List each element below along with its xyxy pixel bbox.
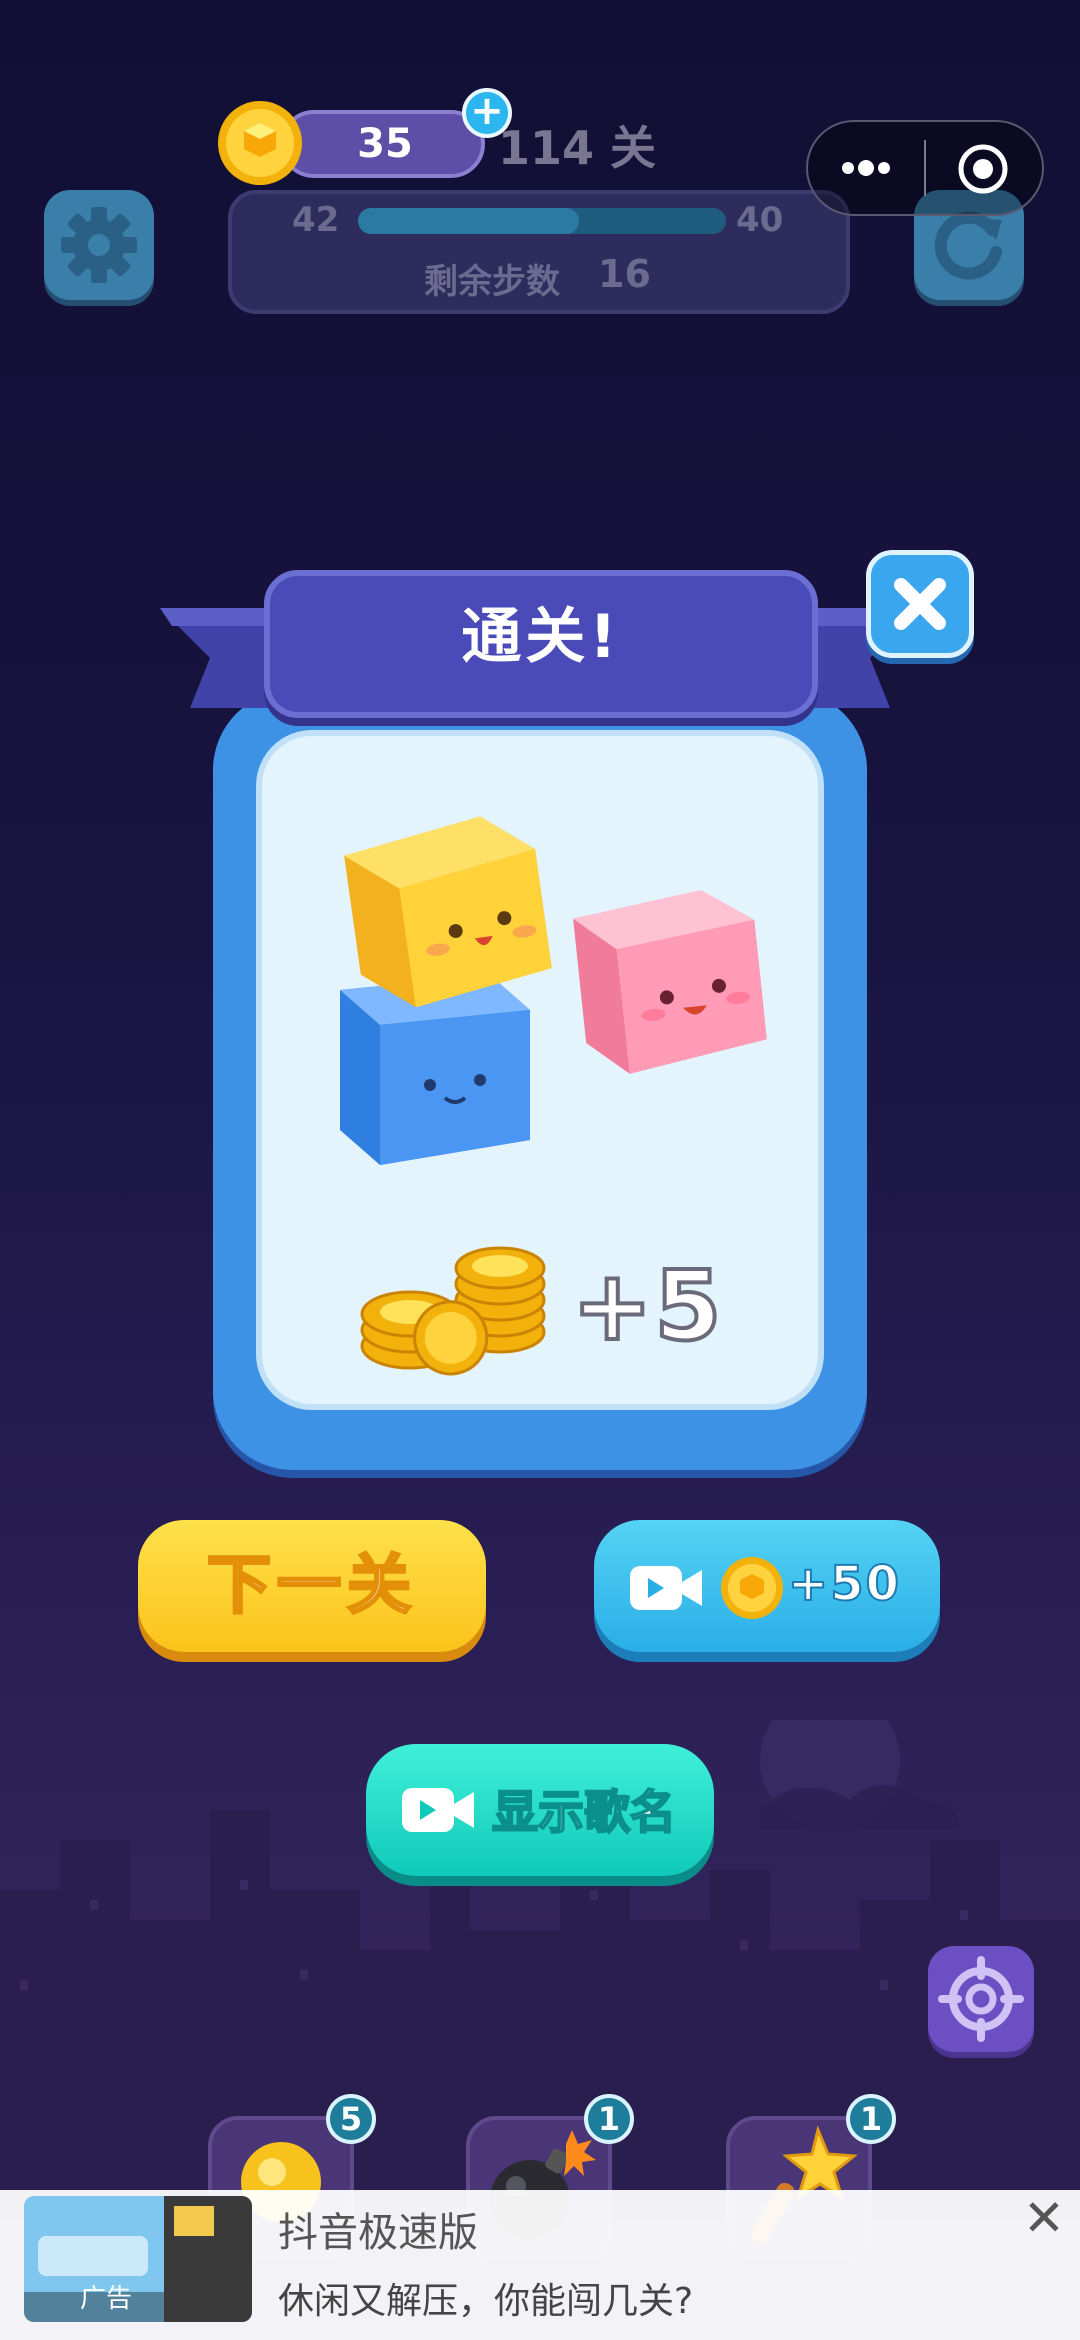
powerup-magic-wand-count: 1 [846, 2094, 896, 2144]
steps-remaining-value: 16 [598, 252, 651, 296]
more-icon[interactable] [836, 150, 896, 186]
video-camera-icon [630, 1566, 702, 1610]
ad-subtitle: 休闲又解压，你能闯几关? [278, 2281, 694, 2322]
cube-characters-illustration [340, 816, 767, 1165]
powerup-bomb-count: 1 [584, 2094, 634, 2144]
capsule-divider [924, 140, 926, 196]
crosshair-icon [938, 1956, 1024, 2042]
coin-stack-icon [360, 1246, 546, 1376]
progress-right-value: 40 [736, 200, 784, 240]
powerup-lightbulb-count: 5 [326, 2094, 376, 2144]
video-reward-amount: +50 [787, 1555, 902, 1613]
show-song-name-label: 显示歌名 [491, 1784, 677, 1840]
progress-left-value: 42 [292, 200, 340, 240]
dialog-title: 通关! [461, 602, 621, 672]
ad-image [24, 2196, 252, 2322]
close-miniprogram-icon[interactable] [956, 142, 1010, 196]
ad-thumbnail[interactable] [24, 2196, 252, 2322]
steps-remaining-label: 剩余步数 [424, 262, 560, 302]
reward-amount: +5 [570, 1248, 724, 1364]
target-button[interactable] [928, 1946, 1034, 2052]
progress-fill [358, 208, 579, 234]
settings-button[interactable] [44, 190, 154, 300]
close-icon [894, 578, 946, 630]
ad-tag: 广告 [80, 2284, 133, 2314]
coin-count: 35 [357, 121, 413, 167]
yellow-cube-icon [344, 816, 552, 1008]
gear-icon [61, 207, 137, 283]
pink-cube-icon [573, 890, 767, 1074]
blue-cube-icon [340, 975, 530, 1165]
next-level-label: 下一关 [206, 1548, 417, 1625]
level-label: 114 关 [498, 121, 657, 175]
video-camera-icon [402, 1788, 474, 1832]
coin-icon [721, 1557, 783, 1619]
coin-icon [218, 101, 302, 185]
close-dialog-button[interactable] [866, 550, 974, 658]
ad-close-button[interactable]: ✕ [1016, 2190, 1072, 2246]
ad-title: 抖音极速版 [278, 2210, 478, 2256]
